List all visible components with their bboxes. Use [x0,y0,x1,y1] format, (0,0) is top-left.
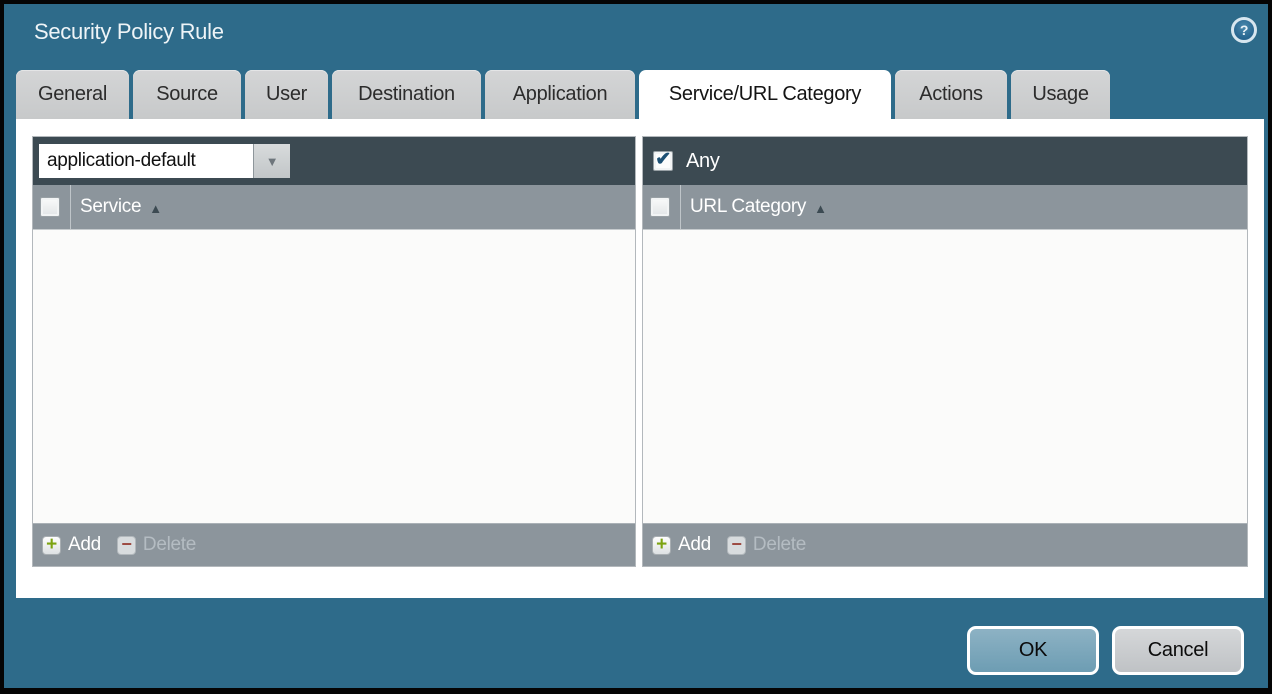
url-category-table-body[interactable] [643,230,1247,523]
tab-bar: General Source User Destination Applicat… [16,70,1110,119]
url-category-table-header: URL Category ▲ [643,185,1247,230]
tab-content-area: ▼ Service ▲ + Add [16,119,1264,598]
service-select-all-checkbox[interactable] [40,197,60,217]
service-column-header[interactable]: Service [80,196,141,218]
tab-actions[interactable]: Actions [895,70,1007,119]
any-row: ✔ Any [649,150,720,173]
url-category-select-all-cell [643,185,681,229]
add-icon: + [42,536,61,555]
url-category-add-label: Add [678,534,711,556]
sort-ascending-icon: ▲ [149,201,162,216]
service-panel-footer: + Add − Delete [33,523,635,566]
tab-usage[interactable]: Usage [1011,70,1110,119]
add-icon: + [652,536,671,555]
url-category-delete-button[interactable]: − Delete [727,534,822,556]
service-select-all-cell [33,185,71,229]
tab-service-url-category[interactable]: Service/URL Category [639,70,891,119]
tab-user[interactable]: User [245,70,328,119]
service-type-input[interactable] [39,144,253,178]
security-policy-rule-dialog: Security Policy Rule ? General Source Us… [0,0,1272,694]
service-add-button[interactable]: + Add [42,534,117,556]
help-icon[interactable]: ? [1231,17,1257,43]
tab-source[interactable]: Source [133,70,241,119]
url-category-select-all-checkbox[interactable] [650,197,670,217]
checkmark-icon: ✔ [655,150,671,169]
service-add-label: Add [68,534,101,556]
service-delete-button[interactable]: − Delete [117,534,212,556]
url-category-column-header[interactable]: URL Category [690,196,806,218]
url-category-add-button[interactable]: + Add [652,534,727,556]
url-category-any-bar: ✔ Any [643,137,1247,185]
tab-destination[interactable]: Destination [332,70,481,119]
chevron-down-icon: ▼ [266,154,279,169]
url-category-delete-label: Delete [753,534,806,556]
any-checkbox[interactable]: ✔ [653,151,673,171]
service-table-header: Service ▲ [33,185,635,230]
url-category-panel-footer: + Add − Delete [643,523,1247,566]
ok-button[interactable]: OK [967,626,1099,675]
service-type-dropdown-button[interactable]: ▼ [253,144,290,178]
service-delete-label: Delete [143,534,196,556]
help-icon-glyph: ? [1240,22,1248,38]
service-panel: ▼ Service ▲ + Add [32,136,636,567]
dialog-title: Security Policy Rule [34,19,224,45]
delete-icon: − [727,536,746,555]
service-type-bar: ▼ [33,137,635,185]
any-checkbox-label: Any [686,150,720,173]
service-type-dropdown: ▼ [39,144,290,178]
service-table-body[interactable] [33,230,635,523]
tab-general[interactable]: General [16,70,129,119]
cancel-button[interactable]: Cancel [1112,626,1244,675]
tab-application[interactable]: Application [485,70,635,119]
delete-icon: − [117,536,136,555]
url-category-panel: ✔ Any URL Category ▲ + Add [642,136,1248,567]
sort-ascending-icon: ▲ [814,201,827,216]
